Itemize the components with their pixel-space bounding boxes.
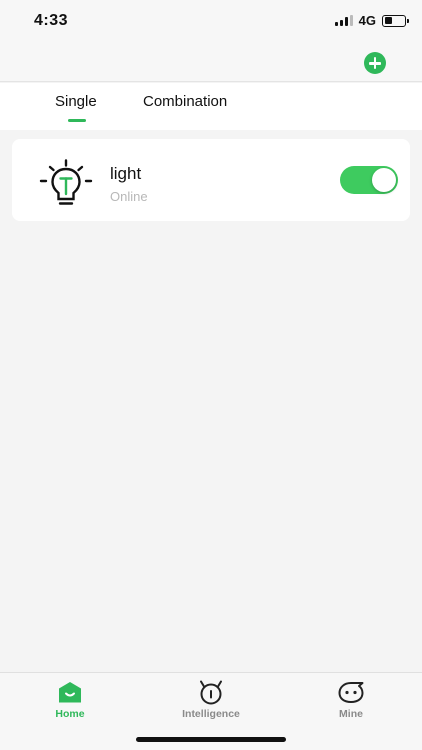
add-device-button[interactable] [364,52,386,74]
home-indicator [136,737,286,742]
active-tab-indicator [68,119,86,122]
mine-face-icon [338,682,364,703]
device-card[interactable]: light Online [12,139,410,221]
device-power-toggle[interactable] [340,166,398,194]
nav-item-intelligence[interactable]: Intelligence [161,679,261,720]
battery-icon [382,14,409,27]
network-type: 4G [358,13,376,28]
nav-label-mine: Mine [339,708,363,720]
nav-item-mine[interactable]: Mine [301,679,401,720]
battery-level [384,17,393,24]
home-icon [59,682,81,703]
app-header [0,42,422,82]
status-time: 4:33 [34,12,69,29]
device-name: light [110,164,142,183]
intelligence-icon [200,680,222,705]
tab-combination[interactable]: Combination [143,93,227,110]
tab-bar: Single Combination [0,83,422,130]
signal-icon [334,15,353,26]
nav-label-home: Home [55,708,85,720]
tab-single[interactable]: Single [55,93,97,110]
toggle-knob [372,168,396,192]
device-status: Online [110,189,148,204]
status-indicators: 4G [334,13,409,28]
nav-label-intelligence: Intelligence [182,708,240,720]
status-bar: 4:33 4G [0,0,422,42]
nav-item-home[interactable]: Home [20,679,120,720]
light-bulb-icon [39,159,93,205]
